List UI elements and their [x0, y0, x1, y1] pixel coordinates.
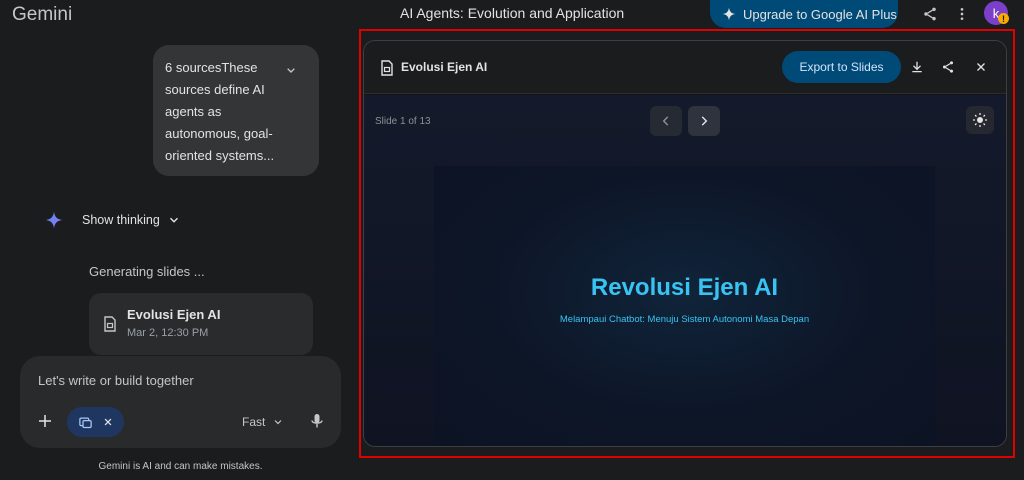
- chevron-left-icon: [662, 116, 669, 126]
- previous-slide-button[interactable]: [650, 106, 682, 136]
- slides-doc-icon: [104, 316, 116, 332]
- share-icon: [942, 61, 954, 73]
- export-to-slides-button[interactable]: Export to Slides: [782, 51, 901, 83]
- theme-toggle-button[interactable]: [966, 106, 994, 134]
- conversation-title: AI Agents: Evolution and Application: [400, 5, 625, 21]
- close-icon[interactable]: [103, 417, 113, 427]
- generating-status: Generating slides ...: [89, 264, 205, 279]
- slides-doc-icon: [381, 60, 393, 76]
- more-options-button[interactable]: [951, 3, 973, 25]
- avatar-alert-badge: !: [998, 13, 1009, 24]
- slide-counter: Slide 1 of 13: [375, 116, 431, 127]
- chevron-down-icon: [274, 420, 282, 425]
- prompt-composer: Fast: [20, 356, 341, 448]
- close-icon: [977, 63, 985, 71]
- canvas-header: Evolusi Ejen AI Export to Slides: [364, 41, 1006, 94]
- mic-icon[interactable]: [310, 413, 324, 429]
- share-icon: [924, 7, 936, 21]
- mode-label: Fast: [242, 415, 266, 429]
- more-vert-icon: [960, 8, 964, 20]
- gemini-spark-icon: [45, 211, 63, 229]
- slide-viewer: Slide 1 of 13 Revolusi Ejen AI Melampaui…: [364, 95, 1006, 446]
- close-canvas-button[interactable]: [972, 58, 990, 76]
- download-icon: [912, 61, 922, 73]
- slides-canvas-panel: Evolusi Ejen AI Export to Slides Slide 1…: [363, 40, 1007, 447]
- upgrade-button[interactable]: Upgrade to Google AI Plus: [710, 0, 898, 28]
- upgrade-label: Upgrade to Google AI Plus: [743, 6, 897, 22]
- share-canvas-button[interactable]: [939, 58, 957, 76]
- show-thinking-toggle[interactable]: Show thinking: [82, 213, 181, 227]
- slide-title: Revolusi Ejen AI: [590, 274, 779, 301]
- spark-icon: [722, 7, 736, 21]
- show-thinking-label: Show thinking: [82, 213, 160, 227]
- next-slide-button[interactable]: [688, 106, 720, 136]
- slides-tool-chip[interactable]: [67, 407, 124, 437]
- chevron-down-icon: [169, 217, 178, 223]
- model-mode-select[interactable]: Fast: [242, 415, 284, 429]
- tools-icon: [79, 417, 92, 428]
- slide-preview: Revolusi Ejen AI Melampaui Chatbot: Menu…: [434, 166, 935, 446]
- ai-disclaimer: Gemini is AI and can make mistakes.: [98, 461, 263, 472]
- chevron-down-icon: [287, 68, 295, 73]
- download-button[interactable]: [908, 58, 926, 76]
- plus-icon[interactable]: [36, 412, 54, 430]
- user-message-text: 6 sourcesThese sources define AI agents …: [165, 60, 275, 163]
- slide-deck-card[interactable]: Evolusi Ejen AI Mar 2, 12:30 PM: [89, 293, 313, 355]
- expand-message-button[interactable]: [283, 62, 299, 78]
- deck-card-timestamp: Mar 2, 12:30 PM: [127, 327, 209, 339]
- chevron-right-icon: [701, 116, 708, 126]
- brightness-icon: [973, 113, 987, 127]
- prompt-input[interactable]: [38, 373, 318, 388]
- deck-card-title: Evolusi Ejen AI: [127, 307, 221, 322]
- app-brand[interactable]: Gemini: [12, 4, 72, 26]
- canvas-title: Evolusi Ejen AI: [401, 60, 488, 74]
- slide-subtitle: Melampaui Chatbot: Menuju Sistem Autonom…: [559, 314, 810, 325]
- share-conversation-button[interactable]: [919, 3, 941, 25]
